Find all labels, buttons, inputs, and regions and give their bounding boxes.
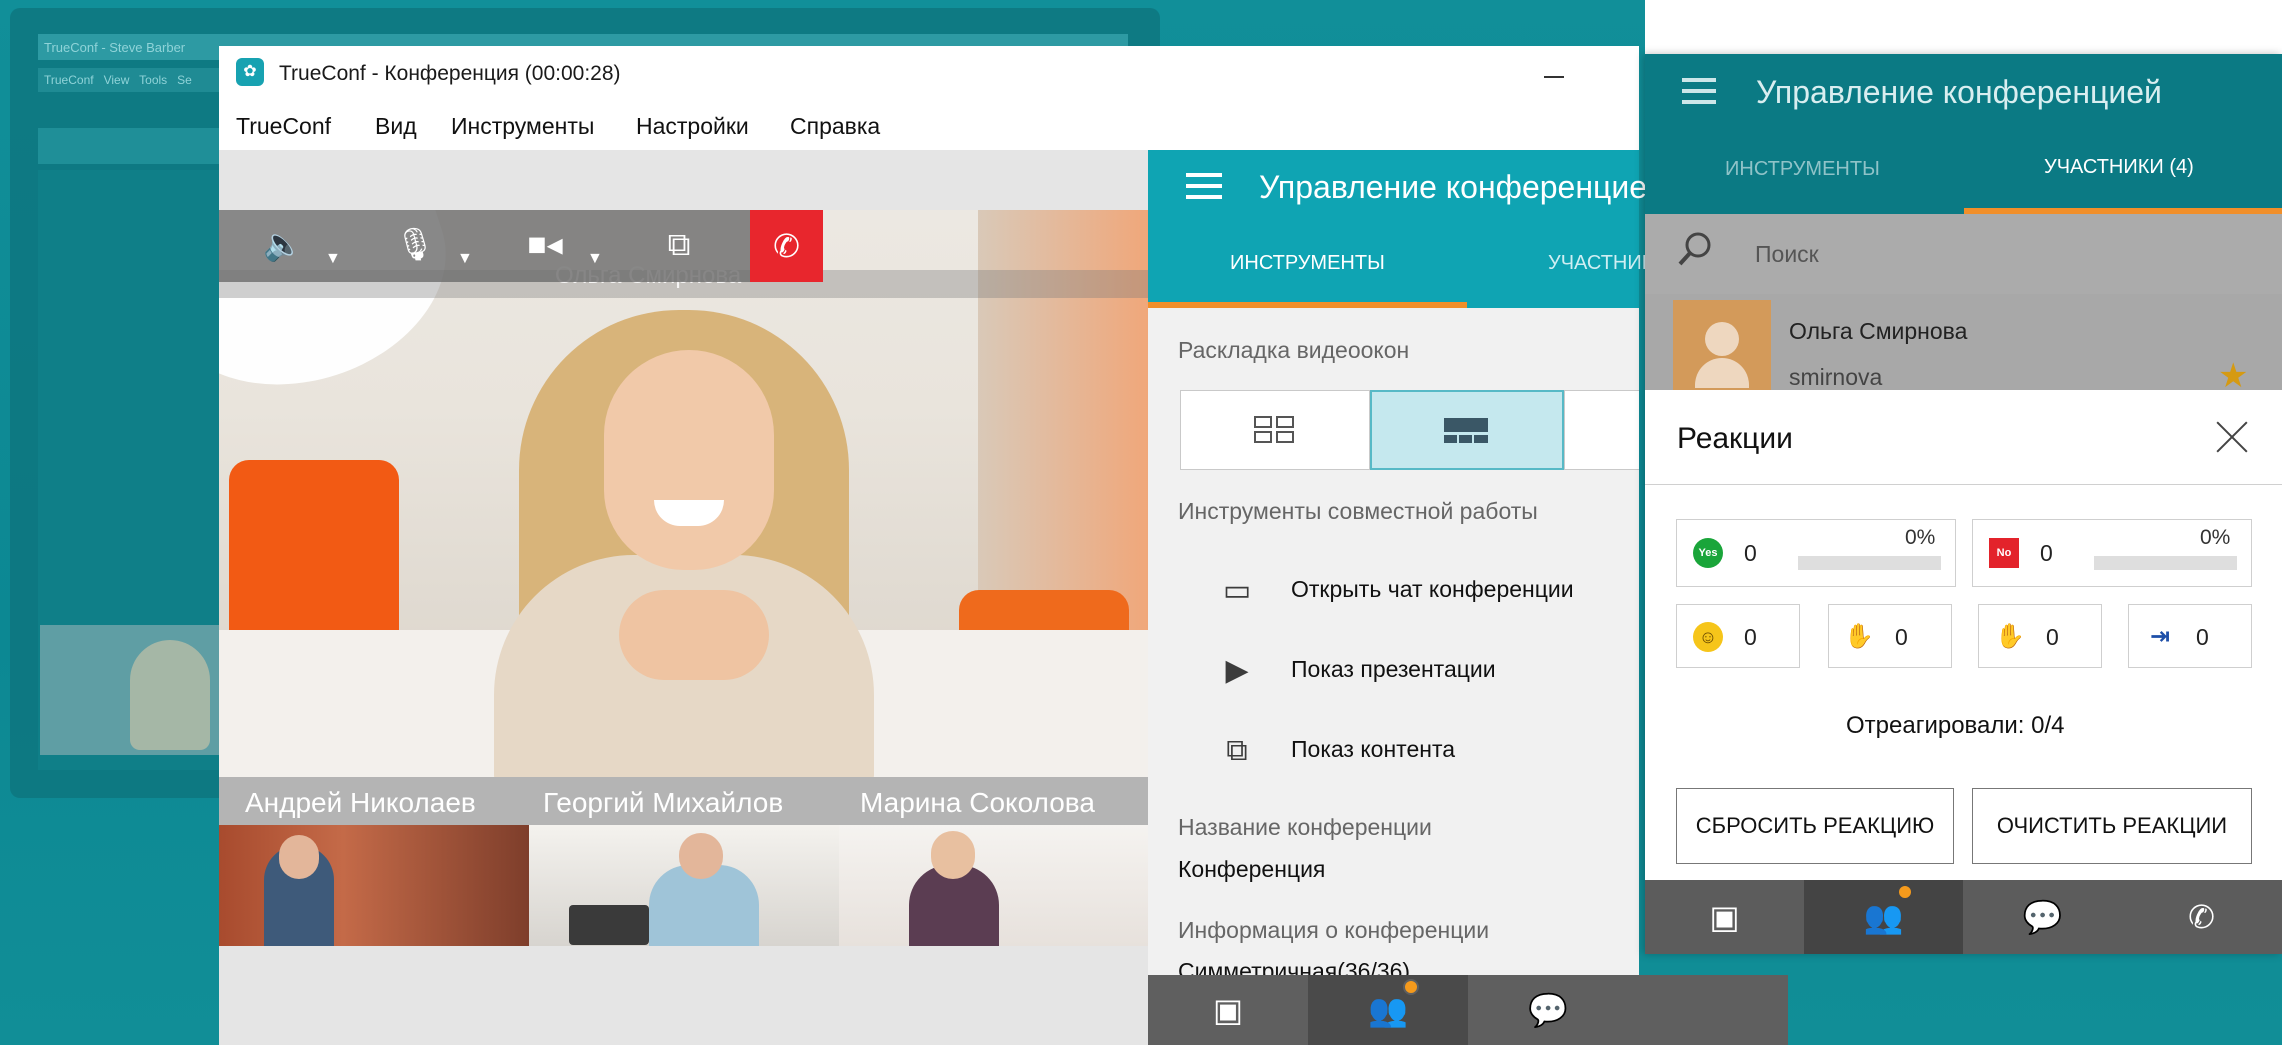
layout-grid-button[interactable] — [1180, 390, 1370, 470]
share-content-icon[interactable]: ⧉ — [654, 222, 704, 266]
participant-login: smirnova — [1789, 364, 1883, 390]
conference-name-value: Конференция — [1178, 856, 1326, 882]
participant-name-3: Марина Соколова — [860, 787, 1095, 818]
show-presentation-button[interactable]: Показ презентации — [1291, 656, 1496, 683]
reset-reaction-button[interactable]: СБРОСИТЬ РЕАКЦИЮ — [1676, 788, 1954, 864]
menu-settings[interactable]: Настройки — [636, 113, 749, 140]
participant-head — [279, 835, 319, 879]
leave-count: 0 — [2196, 624, 2209, 650]
camera-dropdown-chevron-down-icon[interactable]: ▼ — [587, 250, 603, 268]
speaker-face — [604, 350, 774, 570]
reactions-divider — [1645, 484, 2282, 485]
layout-third-button[interactable] — [1564, 390, 1639, 470]
hand-count: 0 — [2046, 624, 2059, 650]
menu-help[interactable]: Справка — [790, 113, 880, 140]
background-window-title: TrueConf - Steve Barber — [44, 40, 186, 55]
yes-progress-bar — [1798, 556, 1941, 570]
speaker-dropdown-chevron-down-icon[interactable]: ▼ — [325, 250, 341, 268]
search-input[interactable]: Поиск — [1755, 241, 1819, 268]
chat-icon[interactable]: 💬 — [1468, 975, 1628, 1045]
tab-participants[interactable]: УЧАСТНИКИ (4) — [2044, 156, 2194, 179]
chat-icon[interactable]: 💬 — [1963, 880, 2122, 954]
clap-count: 0 — [1895, 624, 1908, 650]
reacted-summary: Отреагировали: 0/4 — [1846, 712, 2065, 739]
layout-speaker-button[interactable] — [1370, 390, 1564, 470]
participant-laptop — [569, 905, 649, 945]
yes-count: 0 — [1744, 540, 1757, 566]
calls-icon[interactable] — [1628, 975, 1658, 1045]
close-icon[interactable] — [2214, 418, 2250, 454]
trueconf-logo-icon: ✿ — [236, 58, 264, 86]
yes-icon: Yes — [1693, 538, 1723, 568]
participants-panel-title: Управление конференцией — [1756, 74, 2162, 110]
right-panel-top-strip — [1645, 0, 2282, 54]
tab-tools[interactable]: ИНСТРУМЕНТЫ — [1725, 158, 1880, 181]
presentation-icon[interactable]: ▶ — [1215, 651, 1259, 691]
no-count: 0 — [2040, 540, 2053, 566]
reactions-title: Реакции — [1677, 422, 1793, 455]
contacts-icon[interactable]: ▣ — [1148, 975, 1308, 1045]
minimize-button[interactable] — [1540, 64, 1570, 88]
camera-icon[interactable]: ■◂ — [520, 222, 570, 266]
smile-icon: ☺ — [1693, 622, 1723, 652]
participant-video-1[interactable] — [219, 825, 529, 946]
clear-reactions-button[interactable]: ОЧИСТИТЬ РЕАКЦИИ — [1972, 788, 2252, 864]
menu-view[interactable]: Вид — [375, 113, 417, 140]
participant-video-3[interactable] — [839, 825, 1148, 946]
notification-dot — [1403, 979, 1419, 995]
speaker-icon[interactable]: 🔈 — [258, 222, 308, 266]
speaker-hands — [619, 590, 769, 680]
no-progress-bar — [2094, 556, 2237, 570]
participants-icon[interactable]: 👥 — [1308, 975, 1468, 1045]
participants-icon[interactable]: 👥 — [1804, 880, 1963, 954]
yes-percent: 0% — [1905, 526, 1936, 549]
participant-name-2: Георгий Михайлов — [543, 787, 784, 818]
background-window-person — [130, 640, 210, 750]
layout-section-label: Раскладка видеоокон — [1178, 337, 1410, 363]
avatar — [1673, 300, 1771, 392]
calls-icon[interactable]: ✆ — [2122, 880, 2281, 954]
menu-tools[interactable]: Инструменты — [451, 113, 594, 140]
background-window-menu: TrueConf View Tools Se — [44, 73, 192, 87]
share-content-icon[interactable]: ⧉ — [1215, 731, 1259, 771]
show-content-button[interactable]: Показ контента — [1291, 736, 1455, 763]
hamburger-menu-icon[interactable] — [1682, 78, 1716, 104]
search-icon[interactable] — [1676, 230, 1714, 268]
collaboration-tools-label: Инструменты совместной работы — [1178, 498, 1538, 524]
search-bar — [1645, 214, 2282, 294]
no-percent: 0% — [2200, 526, 2231, 549]
participant-name-1: Андрей Николаев — [245, 787, 476, 818]
no-icon: No — [1989, 538, 2019, 568]
leave-icon: ⇥ — [2149, 623, 2171, 650]
tab-tools[interactable]: ИНСТРУМЕНТЫ — [1230, 252, 1385, 275]
smile-count: 0 — [1744, 624, 1757, 650]
raise-hand-icon: ✋ — [1995, 623, 2025, 650]
menu-trueconf[interactable]: TrueConf — [236, 113, 331, 140]
layout-speaker-icon — [1444, 418, 1488, 443]
conference-name-label: Название конференции — [1178, 814, 1432, 840]
clap-icon: ✋ — [1844, 623, 1874, 650]
contacts-icon[interactable]: ▣ — [1645, 880, 1804, 954]
participant-video-2[interactable] — [529, 825, 839, 946]
participant-head — [679, 833, 723, 879]
window-title: TrueConf - Конференция (00:00:28) — [279, 62, 621, 85]
notification-dot — [1897, 884, 1913, 900]
active-tab-indicator — [1148, 302, 1467, 308]
microphone-icon[interactable]: 🎙 — [390, 222, 440, 266]
conference-control-title: Управление конференцией — [1259, 169, 1665, 205]
layout-grid-icon — [1254, 416, 1294, 443]
menu-bar — [219, 104, 1639, 150]
participant-head — [931, 831, 975, 879]
microphone-dropdown-chevron-down-icon[interactable]: ▼ — [457, 250, 473, 268]
open-chat-button[interactable]: Открыть чат конференции — [1291, 576, 1574, 603]
hamburger-menu-icon[interactable] — [1186, 173, 1222, 199]
hangup-icon[interactable]: ✆ — [750, 210, 823, 282]
conference-info-label: Информация о конференции — [1178, 917, 1490, 943]
chat-icon[interactable]: ▭ — [1215, 571, 1259, 611]
participant-name: Ольга Смирнова — [1789, 318, 1968, 344]
